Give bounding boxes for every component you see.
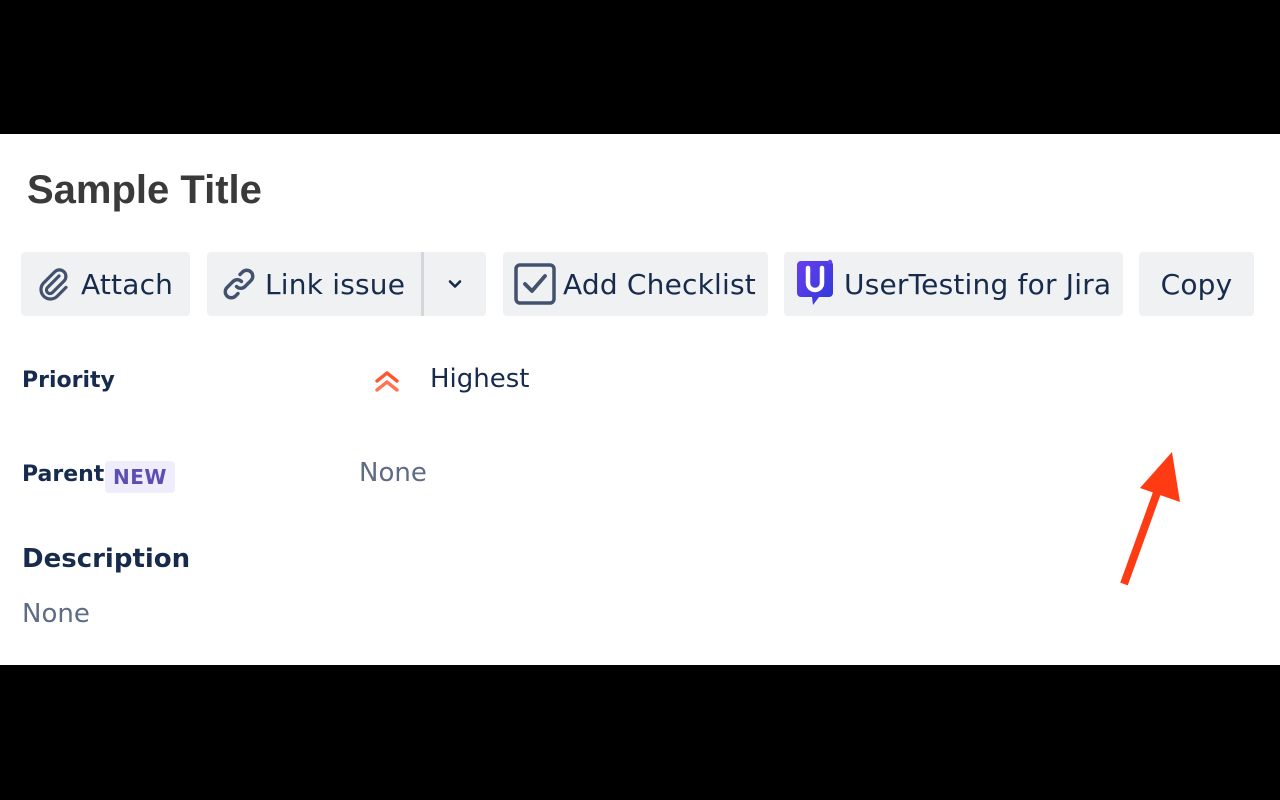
add-checklist-label: Add Checklist [563,267,756,301]
description-value[interactable]: None [22,599,90,629]
attach-label: Attach [81,267,174,301]
usertesting-logo-icon [795,259,835,309]
paperclip-icon [35,266,71,302]
parent-value[interactable]: None [359,458,427,488]
priority-value[interactable]: Highest [430,364,530,394]
new-badge: NEW [105,461,175,493]
issue-panel: Sample Title Attach Link issue Add Check… [0,134,1280,665]
link-issue-dropdown-button[interactable] [424,252,486,316]
chevron-down-icon [445,268,465,301]
add-checklist-button[interactable]: Add Checklist [503,252,768,316]
issue-title[interactable]: Sample Title [27,168,262,213]
checkbox-checked-icon [513,262,557,306]
attach-button[interactable]: Attach [21,252,190,316]
link-icon [221,266,257,302]
usertesting-button[interactable]: UserTesting for Jira [784,252,1123,316]
copy-button[interactable]: Copy [1139,252,1254,316]
priority-label: Priority [22,368,115,393]
parent-label: Parent [22,462,105,487]
link-issue-button[interactable]: Link issue [207,252,421,316]
usertesting-label: UserTesting for Jira [844,267,1112,301]
annotation-arrow-icon [1110,452,1190,592]
link-issue-label: Link issue [265,267,406,301]
copy-label: Copy [1160,267,1233,301]
description-heading: Description [22,544,191,574]
priority-highest-icon [372,367,402,397]
